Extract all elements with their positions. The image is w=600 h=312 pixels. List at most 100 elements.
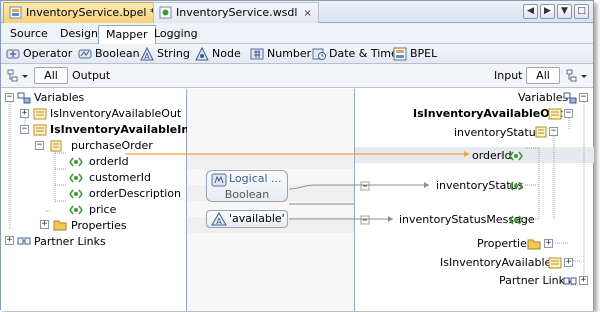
maximize-button[interactable]: □ bbox=[574, 4, 589, 19]
output-tree-pane: − Variables + IsInventoryAvailableOut − … bbox=[1, 89, 189, 311]
bpel-icon bbox=[393, 47, 407, 61]
tree-node-isinventoryavailableout[interactable]: IsInventoryAvailableOut bbox=[50, 106, 181, 121]
close-icon[interactable]: × bbox=[303, 8, 311, 19]
scroll-right-button[interactable]: ▶ bbox=[540, 4, 555, 19]
string-icon: A bbox=[140, 47, 154, 61]
input-filter-all-button[interactable]: All bbox=[526, 67, 560, 84]
part-icon bbox=[535, 126, 547, 138]
palette-boolean[interactable]: Boolean bbox=[78, 46, 140, 62]
collapse-toggle[interactable]: − bbox=[5, 93, 14, 102]
canvas-row-band bbox=[187, 153, 354, 169]
message-variable-icon bbox=[548, 257, 562, 269]
tree-node-properties[interactable]: Properties bbox=[477, 236, 533, 251]
collapse-toggle[interactable]: − bbox=[549, 127, 558, 136]
tree-view-dropdown-icon[interactable] bbox=[7, 68, 29, 84]
tree-node-orderid[interactable]: orderId bbox=[89, 154, 129, 169]
tree-node-customerid[interactable]: customerId bbox=[89, 170, 151, 185]
tree-node-partner-links[interactable]: Partner Links bbox=[499, 273, 571, 288]
element-icon bbox=[509, 215, 523, 225]
part-icon bbox=[50, 140, 62, 152]
tree-view-dropdown-icon[interactable] bbox=[566, 68, 588, 84]
palette-label: Boolean bbox=[95, 47, 140, 60]
expand-toggle[interactable]: + bbox=[544, 239, 553, 248]
expand-toggle[interactable]: + bbox=[579, 276, 588, 285]
logical-operator-icon bbox=[211, 173, 227, 187]
element-icon bbox=[69, 173, 83, 183]
variables-icon bbox=[17, 92, 31, 104]
element-icon bbox=[509, 151, 523, 161]
collapse-toggle[interactable]: − bbox=[20, 125, 29, 134]
partner-links-icon bbox=[17, 237, 31, 245]
functoid-return-type: Boolean bbox=[224, 188, 270, 201]
palette-label: BPEL bbox=[410, 47, 438, 60]
string-literal-value[interactable]: 'available' bbox=[229, 212, 285, 225]
element-icon bbox=[69, 205, 83, 215]
message-variable-icon bbox=[33, 124, 47, 136]
scroll-left-button[interactable]: ◀ bbox=[523, 4, 538, 19]
folder-icon bbox=[527, 239, 541, 250]
palette-label: String bbox=[157, 47, 190, 60]
svg-text:A: A bbox=[144, 52, 150, 61]
tab-source[interactable]: Source bbox=[3, 25, 55, 44]
tree-node-price[interactable]: price bbox=[89, 202, 116, 217]
number-icon bbox=[250, 48, 264, 60]
boolean-icon bbox=[78, 49, 92, 59]
tree-node-variables[interactable]: Variables bbox=[34, 90, 84, 105]
palette-number[interactable]: Number bbox=[250, 46, 311, 62]
tab-inventory-service-bpel[interactable]: InventoryService.bpel *× bbox=[3, 2, 177, 23]
functoid-title: Logical ... bbox=[229, 172, 282, 185]
tree-node-inventorystatus-part[interactable]: inventoryStatus bbox=[454, 125, 541, 140]
palette-string[interactable]: A String bbox=[140, 46, 190, 62]
palette-label: Number bbox=[267, 47, 312, 60]
partner-links-icon bbox=[563, 277, 577, 285]
tree-node-partner-links[interactable]: Partner Links bbox=[34, 234, 106, 249]
tree-node-purchaseorder[interactable]: purchaseOrder bbox=[71, 138, 153, 153]
tab-label: InventoryService.wsdl bbox=[176, 6, 298, 19]
tab-inventory-service-wsdl[interactable]: InventoryService.wsdl × bbox=[153, 2, 319, 23]
tab-label: InventoryService.bpel * bbox=[26, 6, 156, 19]
mapper-window: InventoryService.bpel *× InventoryServic… bbox=[0, 0, 594, 311]
mapping-canvas[interactable]: Logical ... Boolean A 'available' bbox=[187, 89, 354, 311]
palette-date-time[interactable]: Date & Time bbox=[312, 46, 398, 62]
palette-node[interactable]: Node bbox=[195, 46, 241, 62]
palette-label: Operator bbox=[23, 47, 73, 60]
collapse-toggle[interactable]: − bbox=[35, 141, 44, 150]
mapper-header: All Output Input All bbox=[1, 64, 593, 88]
expand-toggle[interactable]: + bbox=[564, 258, 573, 267]
tab-logging[interactable]: Logging bbox=[147, 25, 205, 44]
element-icon bbox=[69, 157, 83, 167]
output-filter-all-button[interactable]: All bbox=[34, 67, 68, 84]
logical-boolean-functoid[interactable]: Logical ... Boolean bbox=[206, 170, 288, 202]
calendar-clock-icon bbox=[312, 48, 326, 60]
tree-node-isinventoryavailableout[interactable]: IsInventoryAvailableOut bbox=[413, 106, 563, 121]
palette-bpel[interactable]: BPEL bbox=[393, 46, 437, 62]
tree-node-isinventoryavailablein[interactable]: IsInventoryAvailableIn bbox=[440, 255, 562, 270]
show-opened-documents-button[interactable]: ▼ bbox=[557, 4, 572, 19]
collapse-toggle[interactable]: − bbox=[579, 93, 588, 102]
palette-label: Node bbox=[212, 47, 241, 60]
window-controls: ◀ ▶ ▼ □ bbox=[523, 4, 589, 19]
tree-node-orderid[interactable]: orderId bbox=[472, 148, 512, 163]
tree-node-orderdescription[interactable]: orderDescription bbox=[89, 186, 181, 201]
string-icon: A bbox=[211, 212, 227, 226]
expand-toggle[interactable]: + bbox=[20, 109, 29, 118]
element-icon bbox=[509, 181, 523, 191]
palette-label: Date & Time bbox=[329, 47, 398, 60]
message-variable-icon bbox=[33, 108, 47, 120]
string-literal-functoid[interactable]: A 'available' bbox=[206, 210, 288, 228]
expand-toggle[interactable]: + bbox=[40, 220, 49, 229]
element-icon bbox=[69, 189, 83, 199]
tree-node-properties[interactable]: Properties bbox=[71, 218, 127, 233]
variables-icon bbox=[563, 92, 577, 104]
palette-operator[interactable]: Operator bbox=[6, 46, 72, 62]
bpel-file-icon bbox=[9, 6, 22, 19]
tree-node-isinventoryavailablein[interactable]: IsInventoryAvailableIn bbox=[50, 122, 189, 137]
expand-toggle[interactable]: + bbox=[5, 236, 14, 245]
message-variable-icon bbox=[548, 108, 562, 120]
svg-text:A: A bbox=[216, 217, 222, 226]
input-tree-pane: Variables − IsInventoryAvailableOut − in… bbox=[354, 89, 594, 311]
output-label: Output bbox=[72, 69, 111, 82]
tree-node-variables[interactable]: Variables bbox=[518, 90, 568, 105]
document-tab-bar: InventoryService.bpel *× InventoryServic… bbox=[1, 1, 593, 23]
collapse-toggle[interactable]: − bbox=[564, 109, 573, 118]
